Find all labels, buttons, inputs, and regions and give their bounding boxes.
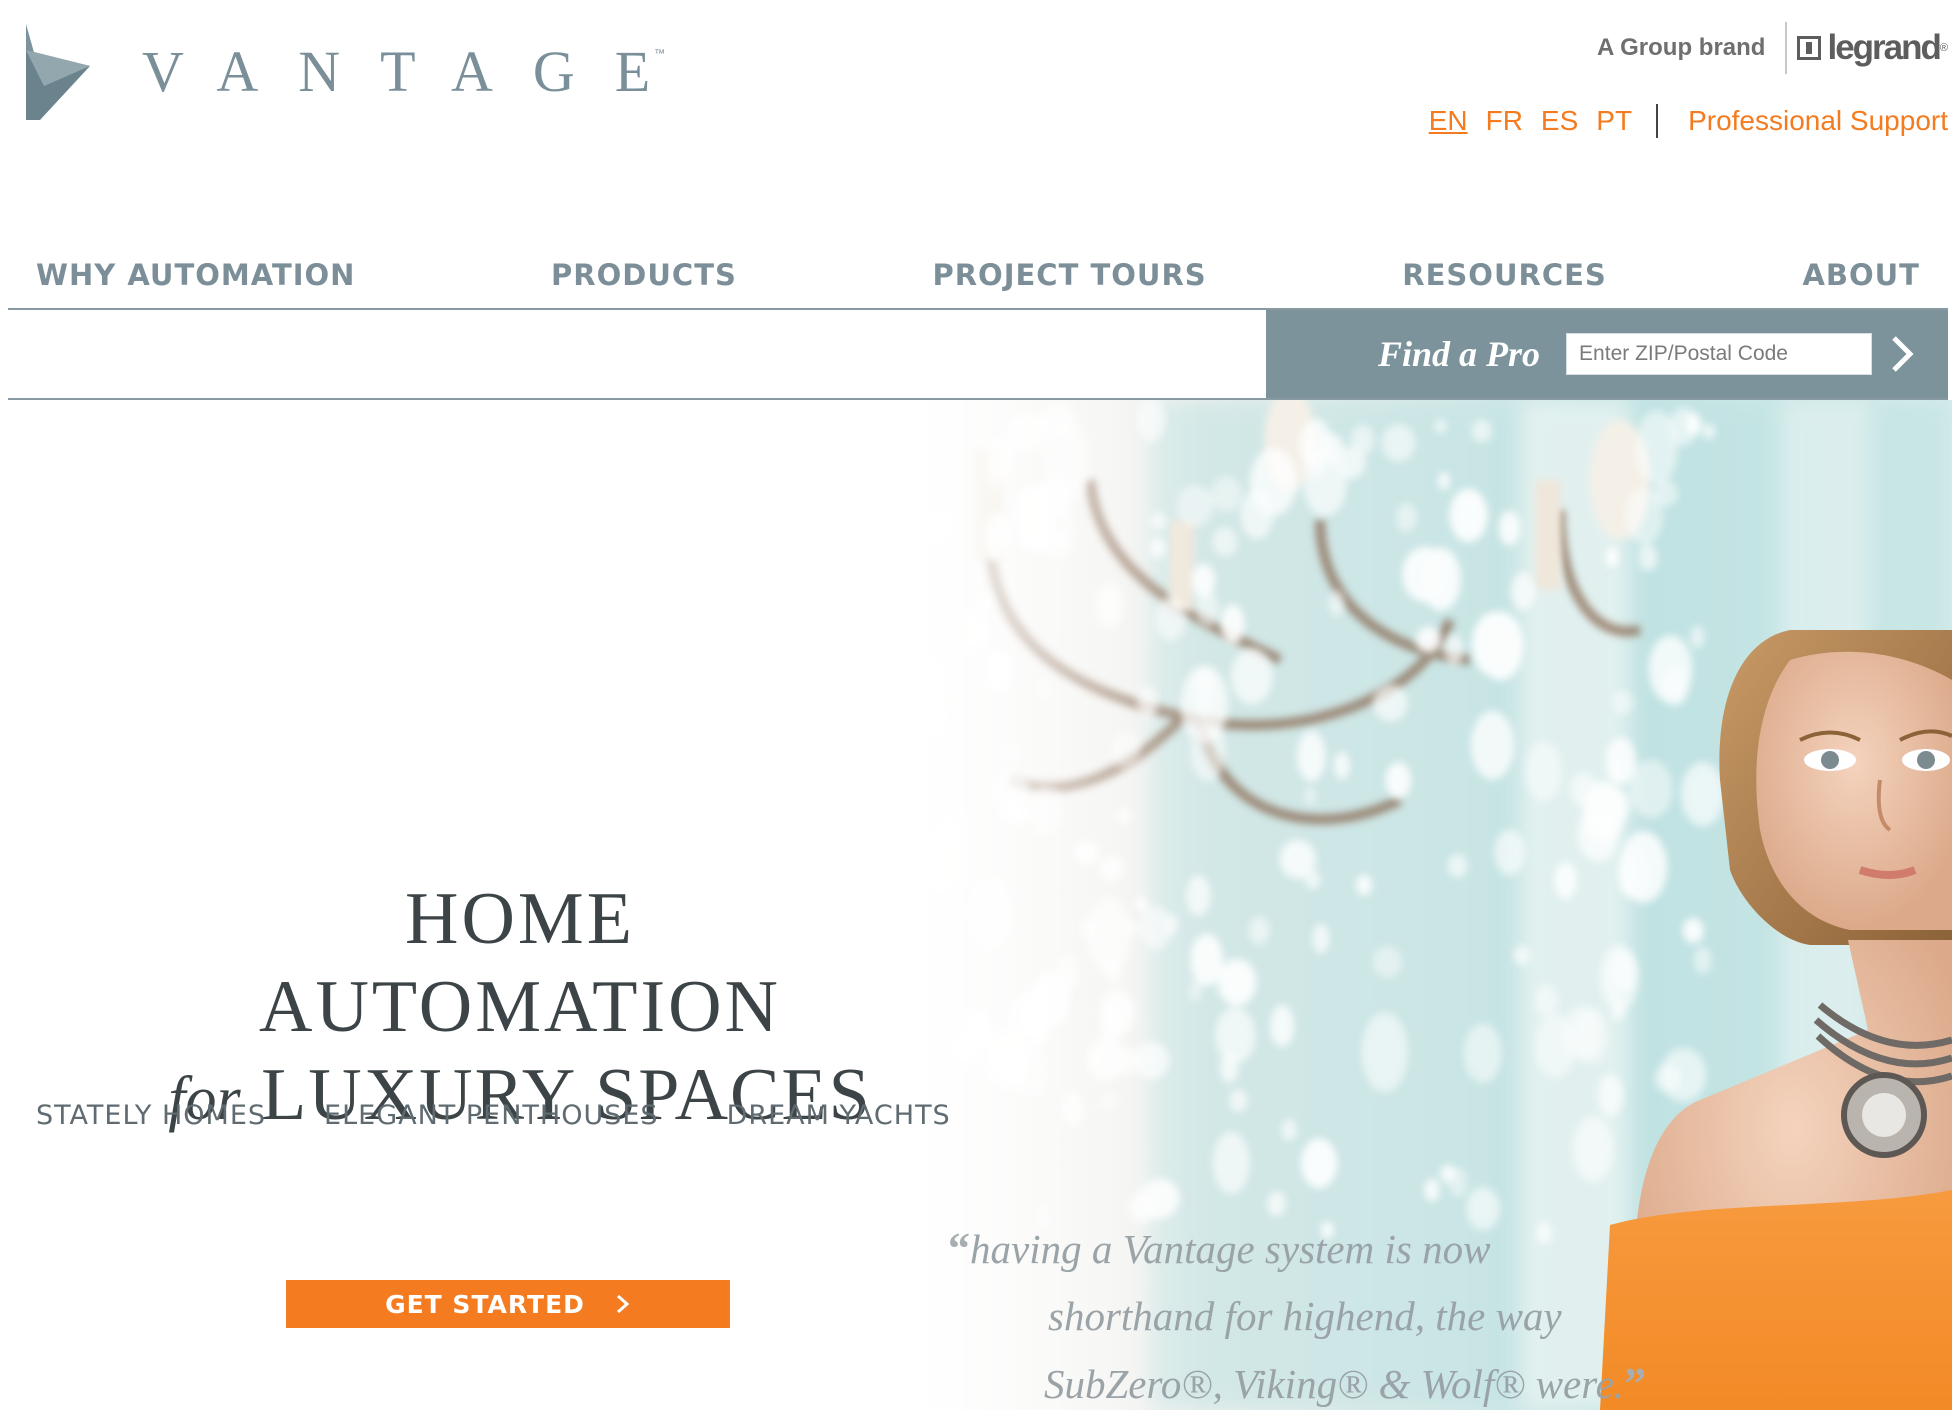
registered-symbol: ® bbox=[1939, 42, 1948, 54]
quote-line-3-text: SubZero®, Viking® & Wolf® were. bbox=[1044, 1361, 1625, 1407]
segment-dream-yachts-link[interactable]: DREAM YACHTS bbox=[727, 1100, 951, 1131]
segment-elegant-penthouses-link[interactable]: ELEGANT PENTHOUSES bbox=[324, 1100, 659, 1131]
utility-nav: EN FR ES PT Professional Support bbox=[1429, 104, 1948, 138]
vantage-logo-mark-icon bbox=[26, 24, 90, 120]
get-started-label: GET STARTED bbox=[385, 1289, 585, 1319]
trademark-symbol: ™ bbox=[654, 48, 666, 60]
language-fr-link[interactable]: FR bbox=[1486, 105, 1523, 137]
quote-line-1: “having a Vantage system is now bbox=[948, 1215, 1648, 1283]
brand-divider bbox=[1785, 22, 1788, 74]
chevron-right-icon bbox=[1892, 336, 1914, 372]
find-pro-label: Find a Pro bbox=[1378, 334, 1541, 374]
language-en-link[interactable]: EN bbox=[1429, 105, 1468, 137]
quote-close-mark: ” bbox=[1624, 1359, 1647, 1408]
nav-resources[interactable]: RESOURCES bbox=[1374, 258, 1635, 292]
quote-open-mark: “ bbox=[948, 1224, 970, 1273]
professional-support-link[interactable]: Professional Support bbox=[1688, 105, 1948, 137]
vantage-wordmark: VANTAGE bbox=[142, 39, 691, 104]
language-pt-link[interactable]: PT bbox=[1596, 105, 1632, 137]
nav-about[interactable]: ABOUT bbox=[1774, 258, 1948, 292]
nav-products[interactable]: PRODUCTS bbox=[523, 258, 765, 292]
quote-line-2: shorthand for highend, the way bbox=[1048, 1293, 1562, 1339]
headline-line-1: HOME AUTOMATION bbox=[259, 878, 781, 1048]
segment-stately-homes-link[interactable]: STATELY HOMES bbox=[36, 1100, 266, 1131]
language-es-link[interactable]: ES bbox=[1541, 105, 1578, 137]
quote-line-1-text: having a Vantage system is now bbox=[970, 1226, 1491, 1272]
nav-why-automation[interactable]: WHY AUTOMATION bbox=[8, 258, 383, 292]
group-brand-bar: A Group brand legrand ® bbox=[1597, 22, 1948, 74]
page: VANTAGE ™ A Group brand legrand ® EN FR … bbox=[0, 0, 1952, 1410]
legrand-logo: legrand ® bbox=[1797, 28, 1948, 68]
legrand-wordmark: legrand bbox=[1827, 28, 1941, 67]
get-started-button[interactable]: GET STARTED bbox=[286, 1280, 730, 1328]
zip-postal-code-input[interactable] bbox=[1566, 333, 1873, 375]
nav-project-tours[interactable]: PROJECT TOURS bbox=[904, 258, 1234, 292]
find-pro-submit-button[interactable] bbox=[1882, 329, 1922, 379]
quote-line-3: SubZero®, Viking® & Wolf® were.” bbox=[948, 1350, 1648, 1410]
legrand-mark-icon bbox=[1797, 36, 1822, 60]
find-pro-strip: Find a Pro bbox=[8, 310, 1948, 400]
testimonial-quote: “having a Vantage system is now shorthan… bbox=[948, 1215, 1648, 1410]
chevron-right-icon bbox=[616, 1294, 630, 1314]
hero-segments: STATELY HOMES ELEGANT PENTHOUSES DREAM Y… bbox=[36, 1100, 951, 1131]
main-nav: WHY AUTOMATION PRODUCTS PROJECT TOURS RE… bbox=[8, 242, 1948, 310]
vantage-logo[interactable]: VANTAGE ™ bbox=[6, 22, 665, 122]
group-brand-text: A Group brand bbox=[1597, 34, 1766, 61]
hero-banner: HOME AUTOMATION for LUXURY SPACES STATEL… bbox=[0, 400, 1952, 1410]
utility-separator bbox=[1656, 104, 1659, 138]
find-pro-panel: Find a Pro bbox=[1266, 310, 1948, 398]
